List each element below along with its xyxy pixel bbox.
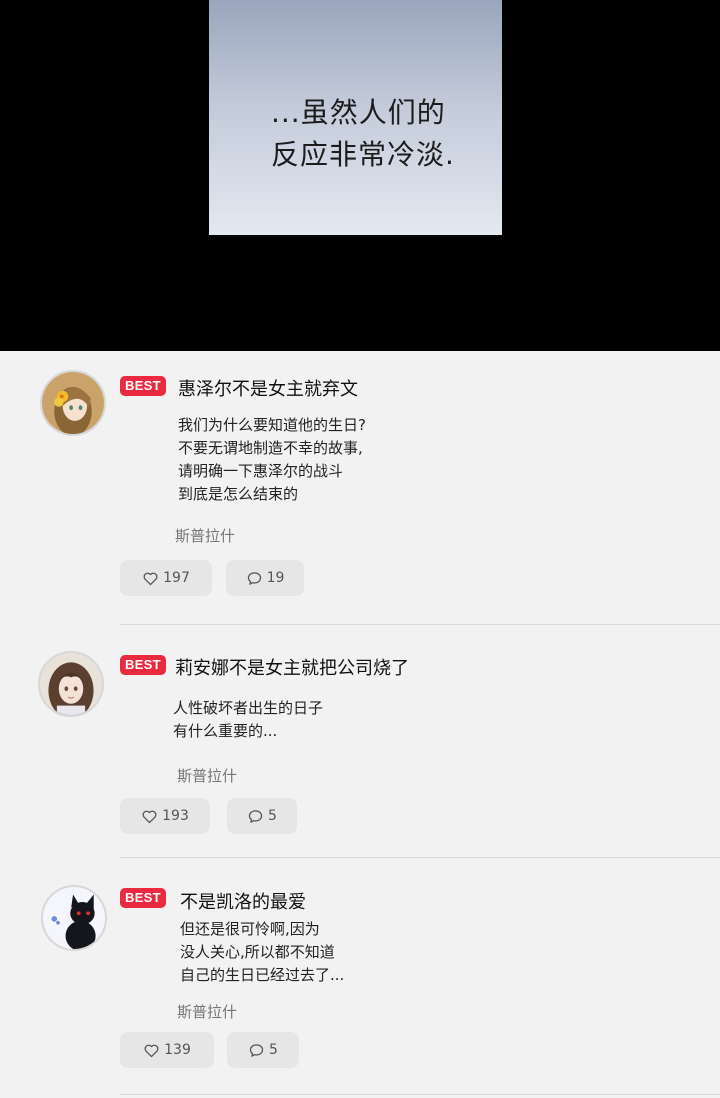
episode-title[interactable]: 斯普拉什: [175, 525, 235, 546]
comment-body: 我们为什么要知道他的生日? 不要无谓地制造不幸的故事, 请明确一下惠泽尔的战斗 …: [178, 414, 366, 506]
comment-line: 但还是很可怜啊,因为: [180, 920, 320, 938]
black-cat-avatar[interactable]: [41, 885, 107, 951]
comment-username[interactable]: 莉安娜不是女主就把公司烧了: [175, 654, 409, 680]
reply-button[interactable]: 5: [227, 798, 297, 834]
comment-line: 没人关心,所以都不知道: [180, 943, 335, 961]
episode-title[interactable]: 斯普拉什: [177, 765, 237, 786]
heart-icon: [143, 572, 158, 585]
brown-haired-girl-avatar[interactable]: [38, 651, 104, 717]
comic-caption-line-2: 反应非常冷淡.: [271, 138, 455, 171]
like-count: 139: [164, 1042, 191, 1058]
comic-caption-line-1: ...虽然人们的: [271, 96, 446, 129]
girl-with-flower-avatar[interactable]: [40, 370, 106, 436]
comment-list: BEST 惠泽尔不是女主就弃文 我们为什么要知道他的生日? 不要无谓地制造不幸的…: [0, 351, 720, 1098]
comment-line: 人性破坏者出生的日子: [173, 699, 324, 717]
episode-title[interactable]: 斯普拉什: [177, 1001, 237, 1022]
like-button[interactable]: 193: [120, 798, 210, 834]
divider: [120, 857, 720, 858]
like-count: 197: [163, 570, 190, 586]
best-badge: BEST: [120, 655, 166, 675]
reply-button[interactable]: 5: [227, 1032, 299, 1068]
comic-caption: ...虽然人们的 反应非常冷淡.: [271, 92, 491, 176]
like-count: 193: [162, 808, 189, 824]
divider: [120, 624, 720, 625]
speech-bubble-icon: [247, 571, 261, 585]
comment-body: 但还是很可怜啊,因为 没人关心,所以都不知道 自己的生日已经过去了...: [180, 918, 344, 987]
reply-button[interactable]: 19: [226, 560, 304, 596]
heart-icon: [142, 810, 157, 823]
speech-bubble-icon: [248, 809, 263, 823]
like-button[interactable]: 197: [120, 560, 212, 596]
reply-count: 5: [268, 808, 277, 824]
divider: [120, 1094, 720, 1095]
speech-bubble-icon: [249, 1043, 264, 1057]
comment-body: 人性破坏者出生的日子 有什么重要的...: [173, 697, 323, 743]
comment-username[interactable]: 惠泽尔不是女主就弃文: [178, 375, 358, 401]
comment-line: 有什么重要的...: [173, 722, 278, 740]
best-badge: BEST: [120, 888, 166, 908]
comment-line: 到底是怎么结束的: [178, 485, 299, 503]
comment-username[interactable]: 不是凯洛的最爱: [180, 888, 306, 914]
comment-line: 请明确一下惠泽尔的战斗: [178, 462, 344, 480]
reply-count: 5: [269, 1042, 278, 1058]
comment-line: 不要无谓地制造不幸的故事,: [178, 439, 363, 457]
comment-line: 我们为什么要知道他的生日?: [178, 416, 366, 434]
best-badge: BEST: [120, 376, 166, 396]
comic-panel-area: ...虽然人们的 反应非常冷淡.: [0, 0, 720, 351]
comic-frame: ...虽然人们的 反应非常冷淡.: [209, 0, 502, 235]
like-button[interactable]: 139: [120, 1032, 214, 1068]
heart-icon: [144, 1044, 159, 1057]
comment-line: 自己的生日已经过去了...: [180, 966, 345, 984]
reply-count: 19: [266, 570, 285, 586]
